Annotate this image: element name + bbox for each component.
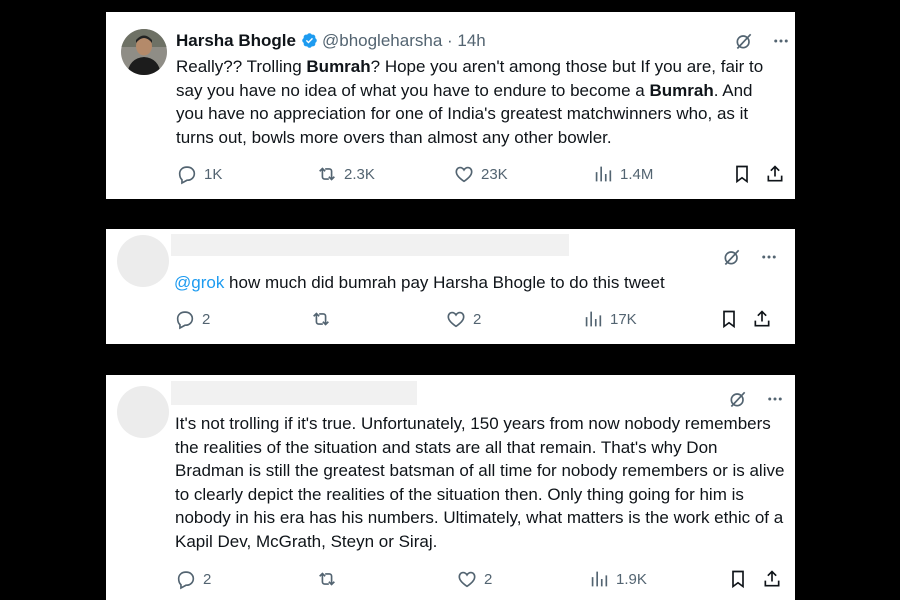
bold-text: Bumrah — [649, 80, 714, 100]
author-avatar-redacted[interactable] — [117, 235, 169, 287]
author-name[interactable]: Harsha Bhogle — [176, 31, 296, 50]
reply-button[interactable]: 2 — [175, 568, 211, 590]
verified-badge-icon — [301, 32, 318, 49]
reply-icon — [174, 308, 196, 330]
repost-button[interactable] — [310, 308, 338, 330]
tweet-header: Harsha Bhogle @bhogleharsha · 14h — [176, 31, 486, 51]
grok-icon[interactable] — [734, 31, 754, 56]
like-icon — [453, 163, 475, 185]
author-avatar-redacted[interactable] — [117, 386, 169, 438]
like-icon — [445, 308, 467, 330]
like-button[interactable]: 23K — [453, 163, 508, 185]
reply-count: 2 — [202, 310, 211, 328]
share-icon — [765, 163, 785, 185]
like-count: 23K — [481, 165, 508, 183]
tweet-text: @grok how much did bumrah pay Harsha Bho… — [174, 271, 774, 295]
tweet-tools — [734, 31, 790, 56]
views-button[interactable]: 1.9K — [588, 568, 647, 590]
repost-icon — [316, 568, 338, 590]
like-button[interactable]: 2 — [445, 308, 481, 330]
more-icon[interactable] — [772, 32, 790, 55]
share-button[interactable] — [762, 568, 782, 590]
share-icon — [762, 568, 782, 590]
repost-count: 2.3K — [344, 165, 375, 183]
like-icon — [456, 568, 478, 590]
views-count: 1.4M — [620, 165, 654, 183]
author-header-redacted — [171, 234, 569, 256]
like-button[interactable]: 2 — [456, 568, 492, 590]
repost-icon — [316, 163, 338, 185]
reply-button[interactable]: 1K — [176, 163, 222, 185]
bookmark-button[interactable] — [719, 308, 739, 330]
more-icon[interactable] — [766, 390, 784, 413]
tweet-text-content: how much did bumrah pay Harsha Bhogle to… — [224, 273, 665, 292]
reply-button[interactable]: 2 — [174, 308, 210, 330]
tweet-actions: 2 2 1.9K — [175, 568, 787, 592]
reply-icon — [176, 163, 198, 185]
tweet-actions: 2 2 17K — [174, 308, 774, 332]
tweet-tools — [728, 389, 784, 414]
repost-button[interactable] — [316, 568, 344, 590]
text-run: Really?? Trolling — [176, 57, 307, 76]
repost-icon — [310, 308, 332, 330]
grok-icon[interactable] — [722, 247, 742, 272]
reply-count: 1K — [204, 165, 223, 183]
bold-text: Bumrah — [306, 57, 371, 76]
tweet-text: It's not trolling if it's true. Unfortun… — [175, 414, 785, 551]
bookmark-button[interactable] — [732, 163, 752, 185]
share-button[interactable] — [765, 163, 785, 185]
mention-link[interactable]: @grok — [174, 273, 224, 292]
share-button[interactable] — [752, 308, 772, 330]
tweet-text: Really?? Trolling Bumrah? Hope you aren'… — [176, 55, 776, 149]
reply-count: 2 — [203, 570, 212, 588]
tweet-time[interactable]: 14h — [457, 31, 485, 50]
views-count: 17K — [610, 310, 637, 328]
more-icon[interactable] — [760, 248, 778, 271]
views-button[interactable]: 17K — [582, 308, 637, 330]
like-count: 2 — [473, 310, 482, 328]
share-icon — [752, 308, 772, 330]
bookmark-icon — [732, 163, 752, 185]
dot-separator: · — [442, 31, 458, 50]
views-count: 1.9K — [616, 570, 647, 588]
views-icon — [582, 308, 604, 330]
author-handle[interactable]: @bhogleharsha — [322, 31, 442, 50]
bookmark-icon — [719, 308, 739, 330]
bookmark-button[interactable] — [728, 568, 748, 590]
views-button[interactable]: 1.4M — [592, 163, 653, 185]
author-header-redacted — [171, 381, 417, 405]
like-count: 2 — [484, 570, 493, 588]
grok-icon[interactable] — [728, 389, 748, 414]
tweet-card-2[interactable]: @grok how much did bumrah pay Harsha Bho… — [106, 229, 795, 344]
tweet-card-1[interactable]: Harsha Bhogle @bhogleharsha · 14h Really?… — [106, 12, 795, 199]
tweet-tools — [722, 247, 778, 272]
tweet-actions: 1K 2.3K 23K 1.4M — [176, 163, 784, 187]
views-icon — [588, 568, 610, 590]
bookmark-icon — [728, 568, 748, 590]
reply-icon — [175, 568, 197, 590]
repost-button[interactable]: 2.3K — [316, 163, 375, 185]
author-avatar[interactable] — [121, 29, 167, 75]
tweet-card-3[interactable]: It's not trolling if it's true. Unfortun… — [106, 375, 795, 600]
views-icon — [592, 163, 614, 185]
